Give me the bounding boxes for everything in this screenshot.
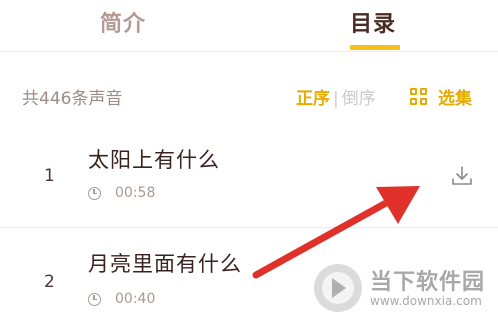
watermark-url: www.downxia.com <box>370 294 482 308</box>
sort-order-switch: 正序 | 倒序 <box>296 84 376 109</box>
tab-bar: 简介 目录 <box>0 0 498 52</box>
watermark-name: 当下软件园 <box>370 270 486 295</box>
tab-catalog[interactable]: 目录 <box>350 6 396 38</box>
clock-icon <box>88 186 101 200</box>
tab-intro[interactable]: 简介 <box>100 6 146 38</box>
sort-descending-button[interactable]: 倒序 <box>342 89 376 109</box>
track-duration-value: 00:58 <box>115 185 156 201</box>
sort-separator: | <box>333 89 339 109</box>
grid-icon <box>410 87 428 106</box>
list-summary-bar: 共446条声音 正序 | 倒序 选集 <box>0 52 498 122</box>
track-title: 太阳上有什么 <box>88 148 220 172</box>
watermark-logo-icon <box>314 264 362 312</box>
track-duration: 00:58 <box>88 185 155 201</box>
track-title: 月亮里面有什么 <box>88 252 242 276</box>
track-number: 2 <box>44 272 55 292</box>
sort-ascending-button[interactable]: 正序 <box>296 89 330 109</box>
track-number: 1 <box>44 166 55 186</box>
clock-icon <box>88 292 101 306</box>
track-duration: 00:40 <box>88 291 155 307</box>
select-episodes-button[interactable]: 选集 <box>410 84 472 109</box>
select-episodes-label: 选集 <box>438 89 472 109</box>
track-count: 共446条声音 <box>22 89 123 109</box>
track-duration-value: 00:40 <box>115 291 156 307</box>
track-item[interactable]: 1 太阳上有什么 00:58 <box>0 124 498 228</box>
download-icon[interactable] <box>450 164 474 188</box>
active-tab-indicator <box>350 45 400 50</box>
watermark: 当下软件园 www.downxia.com <box>312 258 498 320</box>
